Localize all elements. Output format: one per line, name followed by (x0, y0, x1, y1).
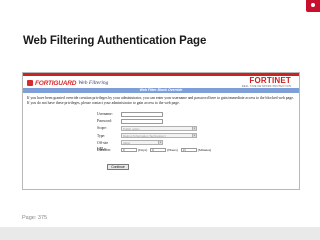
type-row: Type: Rating (Information Technology) ▾ (97, 133, 237, 139)
chevron-down-icon: ▾ (192, 134, 196, 138)
duration-days-unit: (Days) (138, 147, 148, 152)
type-select[interactable]: Rating (Information Technology) ▾ (121, 133, 197, 139)
scope-row: Scope: Public policy ▾ (97, 125, 237, 131)
override-instructions: If you have been granted override creati… (27, 96, 294, 105)
duration-minutes-input[interactable]: 15 (180, 147, 197, 153)
duration-hours-unit: (Hours) (167, 147, 178, 152)
scope-label: Scope: (97, 126, 107, 131)
continue-button[interactable]: Continue (107, 164, 129, 170)
fortiguard-mark-icon (27, 80, 33, 86)
slide-footer-bar (0, 227, 320, 240)
username-label: Username: (97, 112, 113, 116)
fortinet-wordmark: FORTINET (249, 76, 291, 85)
password-row: Password: (97, 118, 237, 124)
username-input[interactable] (121, 111, 163, 117)
chevron-down-icon: ▾ (192, 126, 196, 130)
slide-title: Web Filtering Authentication Page (23, 35, 207, 47)
corner-accent-icon (306, 0, 320, 12)
duration-row: Duration: 0 (Days) 0 (Hours) 15 (Minutes… (97, 147, 237, 153)
scope-value: Public policy (123, 126, 140, 131)
scope-select[interactable]: Public policy ▾ (121, 125, 197, 131)
password-input[interactable] (121, 118, 163, 124)
page-header-band: Web Filter Block Override (23, 88, 299, 93)
duration-hours-input[interactable]: 0 (150, 147, 167, 153)
web-filter-override-page: FORTIGUARD Web Filtering FORTINET REAL T… (22, 72, 300, 190)
type-value: Rating (Information Technology) (123, 134, 166, 139)
fortiguard-subtitle: Web Filtering (78, 80, 109, 86)
offsite-row: Off-site URLs: Allow ▾ (97, 140, 237, 151)
chevron-down-icon: ▾ (158, 141, 162, 145)
password-label: Password: (97, 119, 112, 124)
fortiguard-wordmark: FORTIGUARD (35, 79, 77, 87)
offsite-select[interactable]: Allow ▾ (121, 140, 163, 146)
duration-label: Duration: (97, 147, 111, 152)
fortinet-logo: FORTINET REAL TIME NETWORK PROTECTION (242, 76, 291, 88)
offsite-value: Allow (123, 141, 131, 146)
duration-fields: 0 (Days) 0 (Hours) 15 (Minutes) (121, 147, 214, 153)
type-label: Type: (97, 133, 106, 138)
page-number: Page: 375 (22, 215, 48, 221)
username-row: Username: (97, 111, 237, 117)
fortiguard-logo: FORTIGUARD Web Filtering (27, 78, 108, 88)
override-form: Username: Password: Scope: Public policy… (97, 111, 237, 154)
duration-days-input[interactable]: 0 (121, 147, 137, 153)
page-header-title: Web Filter Block Override (139, 88, 183, 92)
duration-minutes-unit: (Minutes) (197, 147, 212, 152)
